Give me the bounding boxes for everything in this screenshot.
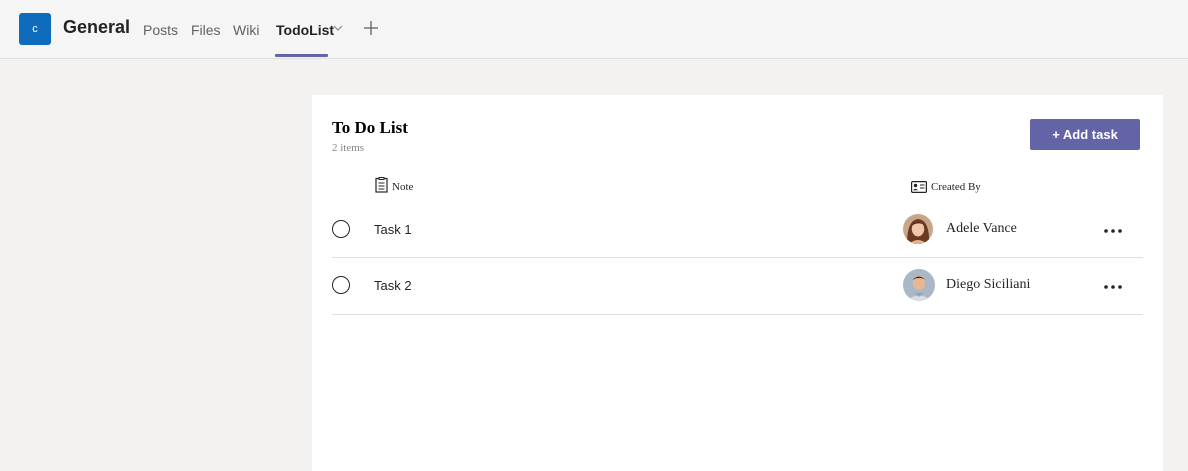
tab-posts[interactable]: Posts [143,22,178,38]
tab-wiki[interactable]: Wiki [233,22,259,38]
avatar [903,214,933,244]
creator-name: Diego Siciliani [946,277,1031,292]
note-icon [375,177,388,193]
contact-card-icon [911,181,927,193]
complete-task-checkbox[interactable] [332,276,350,294]
tab-todolist[interactable]: TodoList [276,22,334,38]
channel-header: c General Posts Files Wiki TodoList [0,0,1188,59]
creator-name: Adele Vance [946,221,1017,236]
task-title[interactable]: Task 2 [374,278,412,293]
back-button[interactable]: c [19,13,51,45]
channel-title: General [63,17,131,37]
table-row: Task 2 Diego Siciliani [332,258,1143,315]
table-row: Task 1 Adele Vance [332,201,1143,258]
more-icon[interactable] [1103,227,1123,235]
add-task-button[interactable]: + Add task [1030,119,1140,150]
tab-files[interactable]: Files [191,22,221,38]
active-tab-indicator [275,54,328,57]
more-icon[interactable] [1103,283,1123,291]
plus-icon[interactable] [363,20,379,36]
task-title[interactable]: Task 1 [374,222,412,237]
item-count: 2 items [332,142,365,154]
complete-task-checkbox[interactable] [332,220,350,238]
chevron-down-icon[interactable] [333,22,343,34]
column-header-created-by[interactable]: Created By [931,181,981,193]
avatar [903,269,935,301]
column-header-note[interactable]: Note [392,181,413,193]
list-title: To Do List [332,118,408,137]
